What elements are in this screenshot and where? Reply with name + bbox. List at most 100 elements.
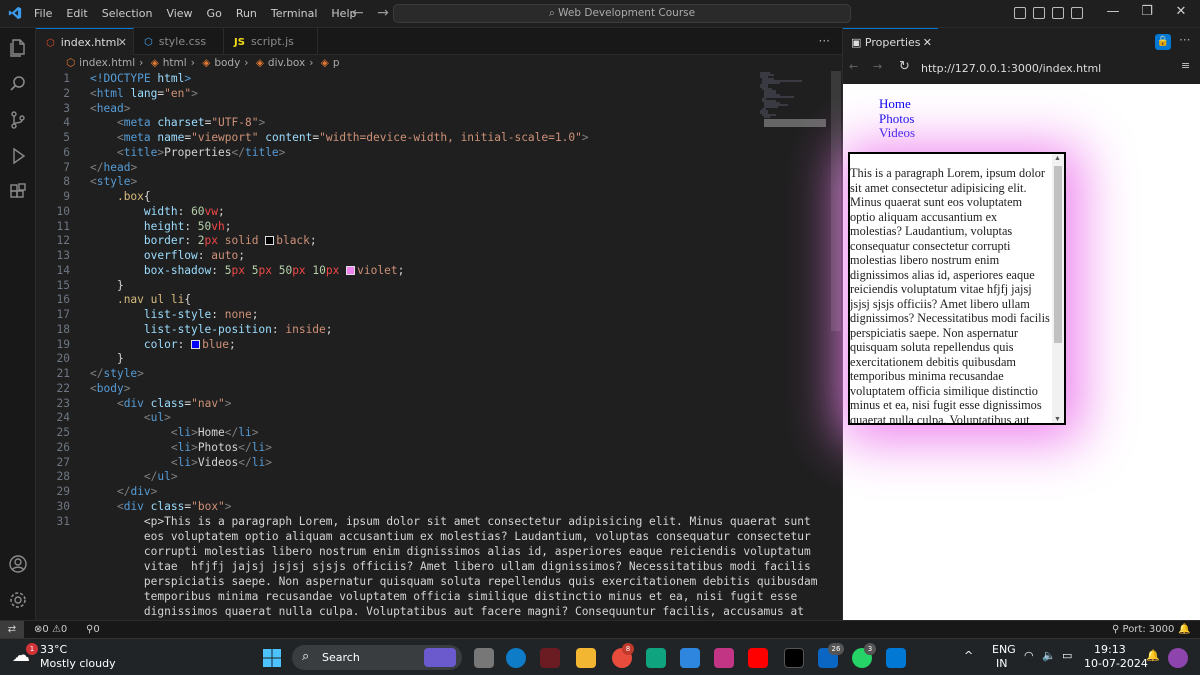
status-bar: ⇄ ⊗0 ⚠0 ⚲0 ⚲ Port: 3000 🔔 <box>0 620 1200 639</box>
line-number: 26 <box>56 441 70 454</box>
menu-go[interactable]: Go <box>207 7 222 20</box>
menu-terminal[interactable]: Terminal <box>271 7 318 20</box>
close-tab-icon[interactable]: ✕ <box>923 29 932 56</box>
breadcrumb-div-box[interactable]: div.box <box>268 57 305 69</box>
more-actions-icon[interactable]: ··· <box>819 34 830 48</box>
battery-icon[interactable]: ▭ <box>1062 649 1072 662</box>
line-number: 7 <box>63 161 70 174</box>
scrollbar-thumb[interactable] <box>831 71 841 331</box>
edge-icon[interactable] <box>506 648 526 668</box>
menu-selection[interactable]: Selection <box>102 7 153 20</box>
lock-icon[interactable]: 🔒 <box>1155 34 1171 50</box>
instagram-icon[interactable] <box>714 648 734 668</box>
tab-script-js[interactable]: JS script.js <box>224 28 318 55</box>
vscode-taskbar-icon[interactable] <box>886 648 906 668</box>
line-number: 21 <box>56 367 70 380</box>
tab-properties-preview[interactable]: ▣ Properties ✕ <box>843 28 938 55</box>
live-server-port[interactable]: ⚲ Port: 3000 <box>1112 621 1174 638</box>
back-arrow-icon[interactable]: ← <box>352 5 364 21</box>
nav-item-videos[interactable]: Videos <box>879 125 915 141</box>
editor-scrollbar[interactable] <box>830 71 842 620</box>
copilot-icon[interactable] <box>1168 648 1188 668</box>
x-twitter-icon[interactable] <box>784 648 804 668</box>
notifications-bell-icon[interactable]: 🔔 <box>1178 621 1190 638</box>
chatgpt-icon[interactable] <box>646 648 666 668</box>
weather-widget[interactable]: ☁ 1 <box>12 643 38 669</box>
game-app-icon[interactable] <box>540 648 560 668</box>
tab-style-css[interactable]: ⬡ style.css <box>134 28 224 55</box>
breadcrumb-file[interactable]: index.html <box>79 57 135 69</box>
nav-item-home[interactable]: Home <box>879 96 915 112</box>
chevron-up-icon[interactable]: ^ <box>964 649 973 662</box>
task-view-icon[interactable] <box>474 648 494 668</box>
ports-indicator[interactable]: ⚲0 <box>86 621 100 638</box>
youtube-icon[interactable] <box>748 648 768 668</box>
code-line-31-wrap-5: temporibus minima recusandae voluptatem … <box>90 590 797 603</box>
window-controls: — ❐ ✕ <box>1096 4 1198 19</box>
microsoft-store-icon[interactable] <box>680 648 700 668</box>
file-explorer-icon[interactable] <box>576 648 596 668</box>
wifi-icon[interactable]: ◠ <box>1024 649 1034 662</box>
line-number: 18 <box>56 323 70 336</box>
run-debug-icon[interactable] <box>8 146 28 166</box>
clock-time[interactable]: 19:13 <box>1094 643 1126 656</box>
source-control-icon[interactable] <box>8 110 28 130</box>
color-swatch-violet[interactable] <box>346 266 356 275</box>
back-arrow-icon[interactable]: ← <box>849 60 858 73</box>
toggle-secondary-sidebar-icon[interactable] <box>1052 7 1064 19</box>
scroll-up-icon[interactable]: ▲ <box>1054 154 1061 162</box>
volume-icon[interactable]: 🔈 <box>1042 649 1056 662</box>
accounts-icon[interactable] <box>8 554 28 574</box>
chevron-right-icon: › <box>244 57 249 69</box>
language-indicator[interactable]: ENG <box>992 643 1016 656</box>
taskbar-search[interactable]: ⌕ Search <box>292 645 462 670</box>
windows-start-icon[interactable] <box>262 648 282 668</box>
color-swatch-black[interactable] <box>265 236 275 245</box>
customize-layout-icon[interactable] <box>1071 7 1083 19</box>
line-number: 5 <box>63 131 70 144</box>
explorer-icon[interactable] <box>8 38 28 58</box>
code-line-16: .nav ul li{ <box>116 293 192 306</box>
scroll-box[interactable]: This is a paragraph Lorem, ipsum dolor s… <box>848 152 1066 425</box>
search-icon[interactable] <box>8 74 28 94</box>
nav-item-photos[interactable]: Photos <box>879 111 915 127</box>
restore-icon[interactable]: ❐ <box>1130 4 1164 19</box>
minimap[interactable] <box>758 71 828 131</box>
box-scrollbar-thumb[interactable] <box>1054 166 1062 343</box>
forward-arrow-icon[interactable]: → <box>873 60 882 73</box>
reload-icon[interactable]: ↻ <box>899 59 910 74</box>
remote-indicator-icon[interactable]: ⇄ <box>0 621 24 639</box>
scroll-down-icon[interactable]: ▼ <box>1054 415 1061 423</box>
p-line-5: perspiciatis saepe. Non aspernatur quisq… <box>143 575 818 588</box>
command-center[interactable]: ⌕ Web Development Course <box>393 4 851 23</box>
code-editor[interactable]: 1 2 3 4 5 6 7 8 9 10 11 12 13 14 15 16 17 18 19 20 21 22 23 24 2… <box>36 71 830 620</box>
menu-icon[interactable]: ≡ <box>1181 59 1190 72</box>
settings-gear-icon[interactable] <box>8 590 28 610</box>
box-scrollbar[interactable]: ▲ ▼ <box>1052 154 1064 423</box>
code-line-20: } <box>90 352 124 365</box>
more-actions-icon[interactable]: ··· <box>1179 33 1190 47</box>
extensions-icon[interactable] <box>8 182 28 202</box>
toggle-panel-icon[interactable] <box>1033 7 1045 19</box>
close-window-icon[interactable]: ✕ <box>1164 4 1198 19</box>
breadcrumb-p[interactable]: p <box>333 57 340 69</box>
problems-indicator[interactable]: ⊗0 ⚠0 <box>34 621 67 638</box>
breadcrumb-html[interactable]: html <box>163 57 187 69</box>
clock-date[interactable]: 10-07-2024 <box>1084 657 1148 670</box>
url-input[interactable]: http://127.0.0.1:3000/index.html <box>921 62 1101 75</box>
menu-edit[interactable]: Edit <box>66 7 87 20</box>
menu-run[interactable]: Run <box>236 7 257 20</box>
color-swatch-blue[interactable] <box>191 340 201 349</box>
line-number: 12 <box>56 234 70 247</box>
breadcrumb-body[interactable]: body <box>214 57 240 69</box>
close-tab-icon[interactable]: ✕ <box>118 29 127 56</box>
menu-file[interactable]: File <box>34 7 52 20</box>
code-line-5: <meta name="viewport" content="width=dev… <box>116 131 589 144</box>
port-label: Port: 3000 <box>1122 624 1175 635</box>
menu-view[interactable]: View <box>166 7 192 20</box>
notification-bell-icon[interactable]: 🔔 <box>1146 649 1160 662</box>
toggle-sidebar-icon[interactable] <box>1014 7 1026 19</box>
tab-index-html[interactable]: ⬡ index.html ✕ <box>36 28 134 55</box>
minimize-icon[interactable]: — <box>1096 4 1130 19</box>
forward-arrow-icon[interactable]: → <box>377 5 389 21</box>
